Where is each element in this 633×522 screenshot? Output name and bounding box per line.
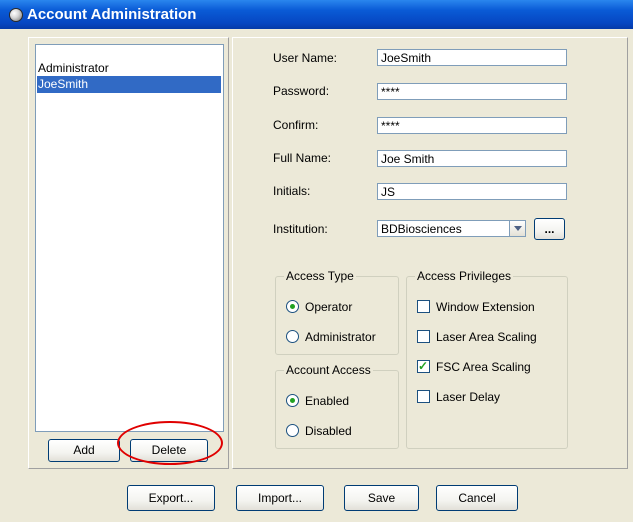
laser-area-scaling-checkbox[interactable] [417, 330, 430, 343]
institution-browse-button[interactable]: ... [534, 218, 565, 240]
browse-label: ... [544, 222, 555, 236]
enabled-label: Enabled [305, 394, 350, 408]
app-icon [9, 8, 23, 22]
administrator-radio[interactable] [286, 330, 299, 343]
cancel-button-label: Cancel [458, 491, 496, 505]
list-item-joesmith[interactable]: JoeSmith [37, 76, 221, 93]
account-administration-window: Account Administration Administrator Joe… [0, 0, 633, 522]
fsc-area-scaling-label: FSC Area Scaling [436, 360, 531, 374]
cancel-button[interactable]: Cancel [436, 485, 518, 511]
add-button[interactable]: Add [48, 439, 120, 462]
initials-field[interactable]: JS [377, 183, 567, 200]
confirm-password-field[interactable]: **** [377, 117, 567, 134]
title-bar[interactable]: Account Administration [0, 0, 633, 29]
list-item-administrator[interactable]: Administrator [37, 60, 221, 77]
account-access-group: Account Access Enabled Disabled [275, 363, 399, 449]
export-button[interactable]: Export... [127, 485, 215, 511]
window-extension-checkbox[interactable] [417, 300, 430, 313]
access-type-group: Access Type Operator Administrator [275, 269, 399, 355]
disabled-radio[interactable] [286, 424, 299, 437]
fsc-area-scaling-checkbox[interactable] [417, 358, 430, 374]
access-privileges-group: Access Privileges Window Extension Laser… [406, 269, 568, 449]
operator-radio[interactable] [286, 300, 299, 313]
laser-delay-label: Laser Delay [436, 390, 501, 404]
laser-area-scaling-label: Laser Area Scaling [436, 330, 537, 344]
access-privileges-title: Access Privileges [415, 269, 514, 284]
chevron-down-icon[interactable] [509, 220, 526, 237]
save-button-label: Save [367, 491, 396, 505]
enabled-radio[interactable] [286, 394, 299, 407]
delete-button[interactable]: Delete [130, 439, 208, 462]
window-extension-label: Window Extension [436, 300, 535, 314]
password-field[interactable]: **** [377, 83, 567, 100]
password-label: Password: [273, 84, 330, 98]
full-name-field[interactable]: Joe Smith [377, 150, 567, 167]
add-button-label: Add [73, 443, 95, 457]
confirm-label: Confirm: [273, 118, 319, 132]
import-button-label: Import... [257, 491, 302, 505]
user-list[interactable]: Administrator JoeSmith [35, 44, 224, 432]
access-type-title: Access Type [284, 269, 356, 284]
user-name-label: User Name: [273, 51, 338, 65]
import-button[interactable]: Import... [236, 485, 324, 511]
export-button-label: Export... [148, 491, 194, 505]
disabled-label: Disabled [305, 424, 352, 438]
laser-delay-checkbox[interactable] [417, 390, 430, 403]
operator-label: Operator [305, 300, 353, 314]
user-name-field[interactable]: JoeSmith [377, 49, 567, 66]
save-button[interactable]: Save [344, 485, 419, 511]
initials-label: Initials: [273, 184, 311, 198]
institution-label: Institution: [273, 222, 328, 236]
window-title: Account Administration [27, 6, 197, 23]
full-name-label: Full Name: [273, 151, 332, 165]
institution-select[interactable]: BDBiosciences [377, 220, 510, 237]
delete-button-label: Delete [151, 443, 187, 457]
account-access-title: Account Access [284, 363, 373, 378]
administrator-label: Administrator [305, 330, 376, 344]
